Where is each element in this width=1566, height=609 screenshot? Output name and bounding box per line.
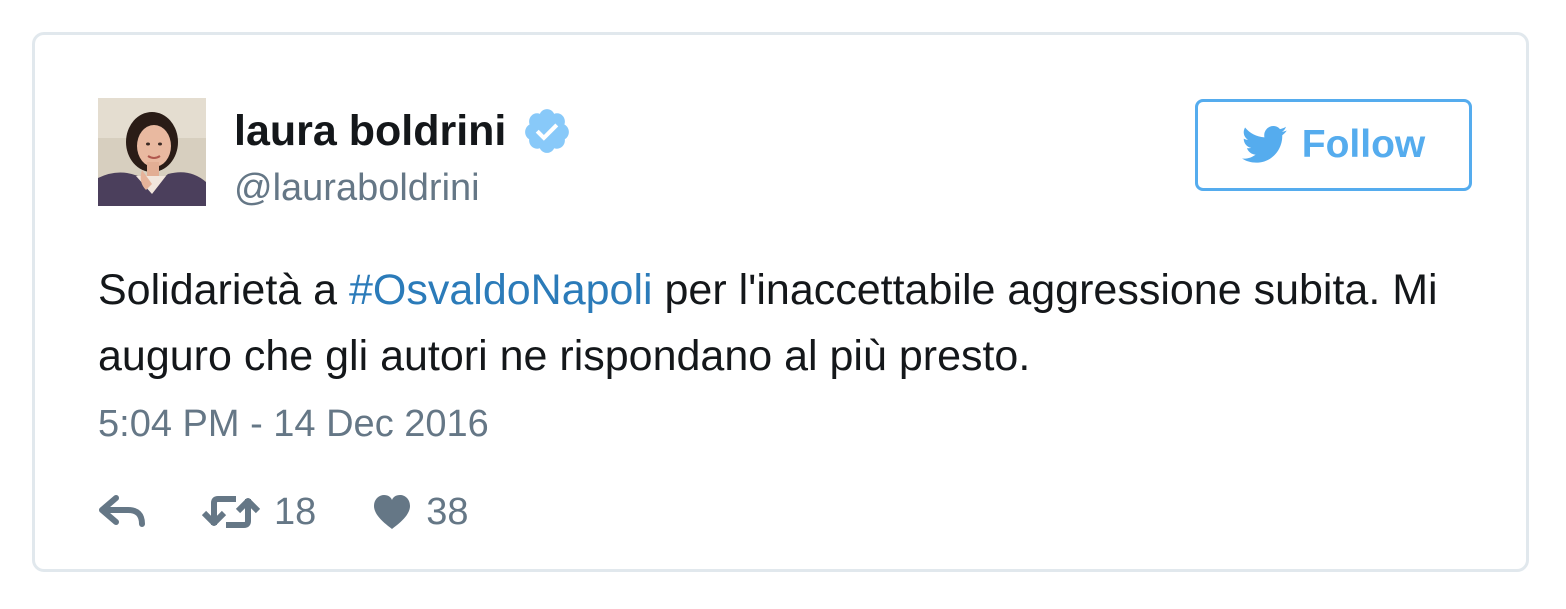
tweet-text-before: Solidarietà a — [98, 266, 349, 314]
display-name[interactable]: laura boldrini — [234, 105, 572, 157]
tweet-timestamp[interactable]: 5:04 PM - 14 Dec 2016 — [98, 401, 489, 447]
like-button[interactable]: 38 — [372, 489, 469, 535]
retweet-icon — [202, 496, 260, 528]
like-count: 38 — [426, 491, 469, 533]
retweet-button[interactable]: 18 — [202, 489, 316, 535]
follow-button[interactable]: Follow — [1195, 99, 1472, 191]
reply-button[interactable] — [98, 495, 146, 529]
twitter-bird-icon — [1241, 126, 1287, 163]
tweet-card: laura boldrini @lauraboldrini Follow Sol… — [32, 32, 1529, 572]
tweet-text: Solidarietà a #OsvaldoNapoli per l'inacc… — [98, 257, 1478, 389]
tweet-actions: 18 38 — [98, 487, 469, 537]
follow-button-label: Follow — [1301, 123, 1426, 166]
user-handle[interactable]: @lauraboldrini — [234, 165, 480, 211]
verified-badge-icon — [522, 106, 572, 156]
avatar-image — [98, 98, 206, 206]
heart-icon — [374, 495, 411, 529]
display-name-text: laura boldrini — [234, 107, 507, 155]
reply-icon — [99, 495, 145, 527]
hashtag-link[interactable]: #OsvaldoNapoli — [349, 266, 653, 314]
retweet-count: 18 — [274, 491, 317, 533]
avatar[interactable] — [98, 98, 206, 206]
